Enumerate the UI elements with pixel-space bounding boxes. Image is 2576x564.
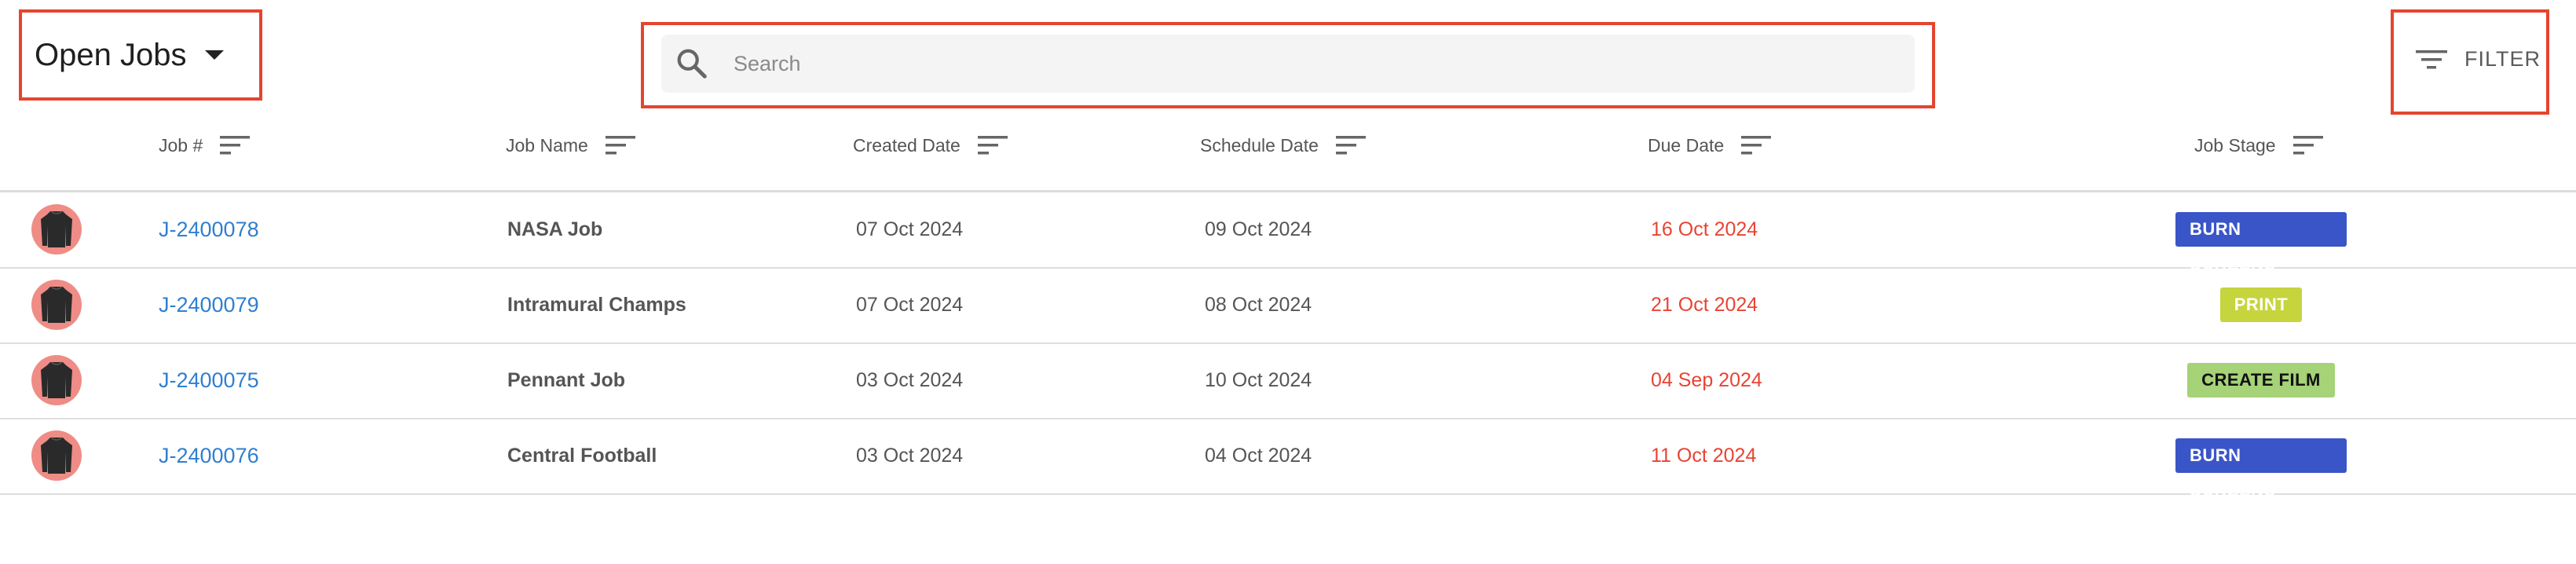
sort-icon[interactable] [977, 134, 1008, 156]
shirt-icon [41, 437, 72, 474]
job-number-link[interactable]: J-2400079 [159, 293, 259, 317]
column-header-job-stage[interactable]: Job Stage [2194, 118, 2323, 173]
filter-label: FILTER [2464, 47, 2541, 71]
filter-button[interactable]: FILTER [2416, 47, 2541, 71]
shirt-icon [41, 211, 72, 247]
created-date: 03 Oct 2024 [856, 368, 964, 391]
job-name: Pennant Job [507, 368, 626, 391]
column-header-job-name[interactable]: Job Name [506, 118, 635, 173]
job-stage-badge[interactable]: PRINT [2219, 287, 2303, 322]
avatar [31, 355, 82, 405]
search-bar[interactable] [661, 35, 1915, 93]
avatar [31, 204, 82, 255]
job-stage-badge[interactable]: CREATE FILM [2187, 363, 2335, 397]
column-label: Job Stage [2194, 134, 2276, 156]
due-date: 16 Oct 2024 [1651, 218, 1758, 240]
column-label: Schedule Date [1200, 134, 1319, 156]
column-label: Job # [159, 134, 203, 156]
due-date: 11 Oct 2024 [1651, 444, 1757, 467]
created-date: 07 Oct 2024 [856, 218, 964, 240]
page: Open Jobs FILTER Job # [0, 0, 2576, 564]
avatar [31, 430, 82, 481]
table-row[interactable]: J-2400075 Pennant Job 03 Oct 2024 10 Oct… [0, 342, 2576, 419]
sort-icon[interactable] [1335, 134, 1366, 156]
caret-down-icon [205, 50, 225, 60]
sort-icon[interactable] [1741, 134, 1772, 156]
schedule-date: 08 Oct 2024 [1205, 293, 1312, 316]
schedule-date: 10 Oct 2024 [1205, 368, 1312, 391]
job-number-link[interactable]: J-2400076 [159, 444, 259, 468]
column-header-schedule-date[interactable]: Schedule Date [1200, 118, 1366, 173]
sort-icon[interactable] [220, 134, 251, 156]
job-number-link[interactable]: J-2400078 [159, 218, 259, 242]
sort-icon[interactable] [605, 134, 635, 156]
table-row[interactable]: J-2400079 Intramural Champs 07 Oct 2024 … [0, 267, 2576, 344]
column-header-due-date[interactable]: Due Date [1648, 118, 1772, 173]
table-row[interactable]: J-2400078 NASA Job 07 Oct 2024 09 Oct 20… [0, 192, 2576, 273]
created-date: 07 Oct 2024 [856, 293, 964, 316]
table-header: Job # Job Name Created Date Schedule Dat… [0, 118, 2576, 192]
job-number-link[interactable]: J-2400075 [159, 368, 259, 393]
search-input[interactable] [732, 50, 1874, 77]
column-label: Created Date [853, 134, 961, 156]
column-label: Job Name [506, 134, 588, 156]
view-title: Open Jobs [35, 37, 187, 72]
job-name: NASA Job [507, 218, 603, 240]
due-date: 21 Oct 2024 [1651, 293, 1758, 316]
search-frame [641, 22, 1935, 108]
job-name: Central Football [507, 444, 657, 467]
avatar [31, 280, 82, 330]
table-row[interactable]: J-2400076 Central Football 03 Oct 2024 0… [0, 418, 2576, 500]
due-date: 04 Sep 2024 [1651, 368, 1762, 391]
job-name: Intramural Champs [507, 293, 686, 316]
shirt-icon [41, 286, 72, 323]
sort-icon[interactable] [2292, 134, 2323, 156]
search-icon [677, 49, 707, 79]
filter-icon [2416, 49, 2447, 68]
column-label: Due Date [1648, 134, 1725, 156]
job-stage-badge[interactable]: BURN SCREENS [2175, 212, 2347, 273]
schedule-date: 04 Oct 2024 [1205, 444, 1312, 467]
column-header-created-date[interactable]: Created Date [853, 118, 1008, 173]
created-date: 03 Oct 2024 [856, 444, 964, 467]
filter-frame: FILTER [2391, 9, 2549, 115]
schedule-date: 09 Oct 2024 [1205, 218, 1312, 240]
column-header-job-number[interactable]: Job # [159, 118, 251, 173]
shirt-icon [41, 361, 72, 398]
job-stage-badge[interactable]: BURN SCREENS [2175, 438, 2347, 500]
view-selector[interactable]: Open Jobs [19, 9, 262, 101]
